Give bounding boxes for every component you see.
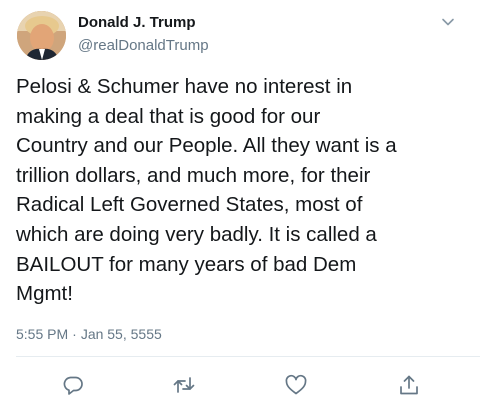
- avatar-portrait: [17, 11, 66, 60]
- divider: [16, 356, 480, 357]
- chevron-down-icon[interactable]: [440, 14, 456, 30]
- reply-icon[interactable]: [61, 373, 85, 397]
- tweet-time: 5:55 PM: [16, 326, 69, 342]
- author-name[interactable]: Donald J. Trump: [78, 14, 196, 31]
- tweet-date: Jan 55, 5555: [80, 326, 162, 342]
- heart-icon[interactable]: [284, 373, 308, 397]
- retweet-icon[interactable]: [172, 373, 196, 397]
- author-handle[interactable]: @realDonaldTrump: [78, 37, 209, 54]
- tweet-text: Pelosi & Schumer have no interest in mak…: [16, 75, 397, 306]
- avatar[interactable]: [17, 11, 66, 60]
- tweet-timestamp[interactable]: 5:55 PM · Jan 55, 5555: [16, 326, 162, 342]
- timestamp-separator: ·: [72, 326, 77, 342]
- share-icon[interactable]: [397, 373, 421, 397]
